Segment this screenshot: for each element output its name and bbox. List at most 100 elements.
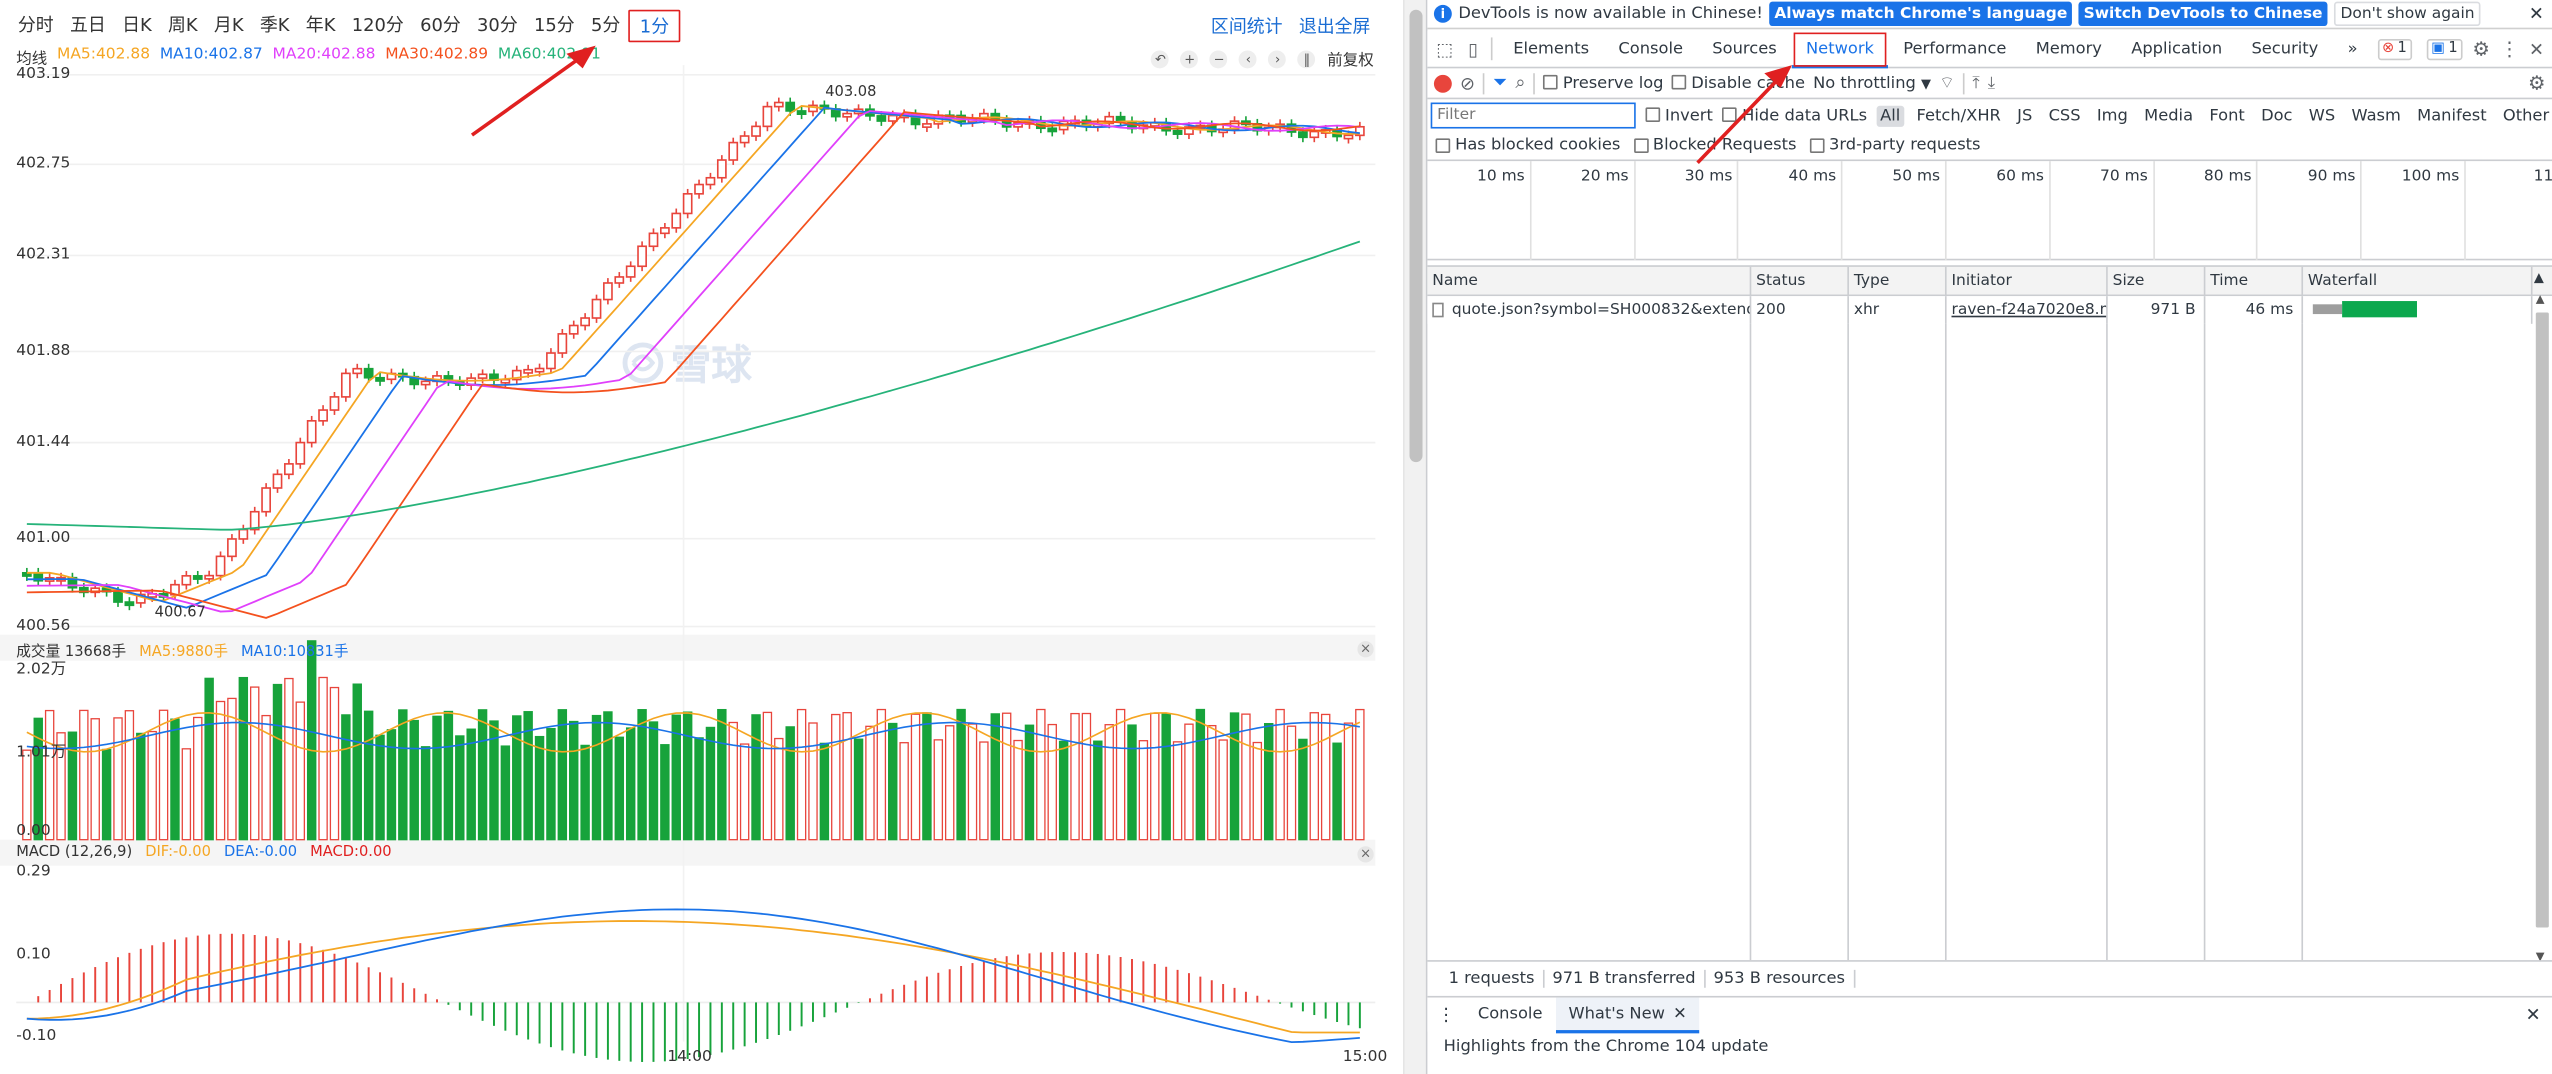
timeline-tick: 30 ms (1635, 161, 1739, 261)
page-scrollbar[interactable] (1402, 0, 1426, 1074)
volume-bar (1115, 708, 1126, 841)
filter-type-0[interactable]: All (1876, 104, 1904, 127)
table-scrollbar[interactable]: ▲ ▼ (2532, 293, 2552, 963)
filter-icon[interactable]: ⏷ (1493, 72, 1507, 95)
volume-bar (147, 730, 157, 841)
settings-icon[interactable]: ⚙ (2472, 37, 2490, 60)
import-har-icon[interactable]: ⤒ (1972, 74, 1979, 92)
table-row[interactable]: quote.json?symbol=SH000832&extend=... 200… (1427, 296, 2552, 324)
close-devtools-icon[interactable]: ✕ (2529, 38, 2544, 59)
error-badge[interactable]: ⊗ 1 (2377, 38, 2412, 60)
drawer-tab-1[interactable]: What's New ✕ (1555, 996, 1700, 1033)
volume-bar (1275, 708, 1285, 841)
column-header-status[interactable]: Status (1751, 266, 1849, 297)
filter-type-8[interactable]: WS (2306, 105, 2339, 126)
overview-timeline[interactable]: 10 ms 20 ms 30 ms 40 ms 50 ms 60 ms 70 ms 80 ms… (1427, 161, 2552, 261)
kline-chart[interactable] (0, 0, 1403, 1074)
devtools-tab-memory[interactable]: Memory (2021, 30, 2116, 67)
macd-dif-line (26, 920, 1360, 1034)
candle (1047, 127, 1058, 133)
filter-type-4[interactable]: Img (2094, 105, 2132, 126)
status-item: 1 requests (1440, 969, 1545, 988)
export-har-icon[interactable]: ⤓ (1988, 74, 1995, 92)
volume-bar (865, 725, 875, 841)
candle (295, 441, 306, 465)
devtools-tab-security[interactable]: Security (2237, 30, 2333, 67)
candle (591, 298, 602, 319)
column-header-name[interactable]: Name (1427, 266, 1752, 297)
devtools-tab-performance[interactable]: Performance (1889, 30, 2021, 67)
volume-bar (1195, 708, 1206, 841)
switch-chinese-button[interactable]: Switch DevTools to Chinese (2078, 1, 2328, 27)
message-badge[interactable]: ▣ 1 (2426, 38, 2463, 60)
volume-bar (751, 714, 761, 841)
devtools-tab-console[interactable]: Console (1604, 30, 1698, 67)
filter-type-5[interactable]: Media (2141, 105, 2196, 126)
candle (329, 396, 340, 411)
devtools-tab-elements[interactable]: Elements (1499, 30, 1604, 67)
kebab-menu-icon[interactable]: ⋮ (2500, 37, 2520, 60)
scroll-up-icon[interactable]: ▲ (2536, 293, 2545, 306)
dont-show-button[interactable]: Don't show again (2333, 1, 2482, 27)
macd-close-icon[interactable]: × (1357, 846, 1374, 863)
volume-bar (1252, 741, 1263, 841)
filter-type-10[interactable]: Manifest (2414, 105, 2490, 126)
clear-icon[interactable]: ⊘ (1460, 72, 1475, 93)
volume-bar (546, 727, 556, 841)
match-language-button[interactable]: Always match Chrome's language (1769, 1, 2073, 27)
devtools-tab-sources[interactable]: Sources (1698, 30, 1792, 67)
filter-type-3[interactable]: CSS (2045, 105, 2084, 126)
devtools-tab-application[interactable]: Application (2117, 30, 2237, 67)
column-header-type[interactable]: Type (1849, 266, 1947, 297)
cell-initiator[interactable]: raven-f24a7020e8.mi... (1947, 296, 2108, 324)
column-header-size[interactable]: Size (2108, 266, 2206, 297)
high-price-label: 403.08 (825, 84, 877, 101)
drawer-menu-icon[interactable]: ⋮ (1427, 1004, 1464, 1025)
filter-type-2[interactable]: JS (2014, 105, 2036, 126)
candle (785, 101, 796, 112)
kline-panel: 分时 五日 日K 周K 月K 季K 年K 120分 60分 30分 15分 5分 1分 区间统计 退出全… (0, 0, 1403, 1074)
search-icon[interactable]: ⌕ (1515, 72, 1525, 95)
volume-bar (1286, 725, 1297, 841)
filter-type-9[interactable]: Wasm (2348, 105, 2404, 126)
filter-type-7[interactable]: Doc (2258, 105, 2296, 126)
candle (887, 114, 898, 122)
column-header-initiator[interactable]: Initiator (1947, 266, 2108, 297)
column-header-waterfall[interactable]: Waterfall (2303, 266, 2533, 297)
waterfall-download-bar (2342, 301, 2417, 318)
device-toolbar-icon[interactable]: ▯ (1462, 36, 1484, 62)
sort-icon[interactable]: ▲ (2534, 270, 2544, 285)
scrollbar-thumb[interactable] (1409, 9, 1423, 463)
invert-checkbox[interactable]: Invert (1645, 107, 1713, 124)
table-scrollbar-thumb[interactable] (2535, 312, 2549, 928)
volume-bar (534, 735, 545, 841)
drawer-tab-0[interactable]: Console (1465, 997, 1556, 1033)
volume-bar (306, 640, 317, 841)
timeline-tick: 40 ms (1739, 161, 1843, 261)
disable-cache-checkbox[interactable]: Disable cache (1671, 74, 1805, 92)
preserve-log-checkbox[interactable]: Preserve log (1543, 74, 1664, 92)
volume-bar (1218, 739, 1228, 841)
filter-type-6[interactable]: Font (2206, 105, 2248, 126)
volume-close-icon[interactable]: × (1357, 641, 1374, 658)
close-infobar-icon[interactable]: ✕ (2529, 3, 2544, 24)
close-drawer-icon[interactable]: ✕ (2526, 1004, 2541, 1025)
close-tab-icon[interactable]: ✕ (1673, 1005, 1687, 1023)
record-icon[interactable] (1433, 74, 1452, 92)
network-conditions-icon[interactable]: ⌔ (1939, 72, 1954, 93)
network-settings-icon[interactable]: ⚙ (2528, 72, 2546, 95)
column-header-time[interactable]: Time (2205, 266, 2304, 297)
inspect-icon[interactable]: ⬚ (1434, 36, 1456, 62)
filter-type-1[interactable]: Fetch/XHR (1913, 105, 2004, 126)
hide-data-urls-checkbox[interactable]: Hide data URLs (1722, 107, 1867, 124)
devtools-tab-network[interactable]: Network (1791, 30, 1889, 68)
more-tabs-icon[interactable]: » (2333, 30, 2372, 67)
volume-bar (774, 737, 784, 841)
blocked-requests-checkbox[interactable]: Blocked Requests (1633, 137, 1796, 155)
filter-input[interactable]: Filter (1430, 102, 1636, 129)
throttling-select[interactable]: No throttling ▼ (1813, 74, 1931, 92)
candle (375, 376, 385, 382)
blocked-cookies-checkbox[interactable]: Has blocked cookies (1435, 137, 1620, 155)
filter-type-11[interactable]: Other (2500, 105, 2552, 126)
third-party-checkbox[interactable]: 3rd-party requests (1809, 137, 1981, 155)
